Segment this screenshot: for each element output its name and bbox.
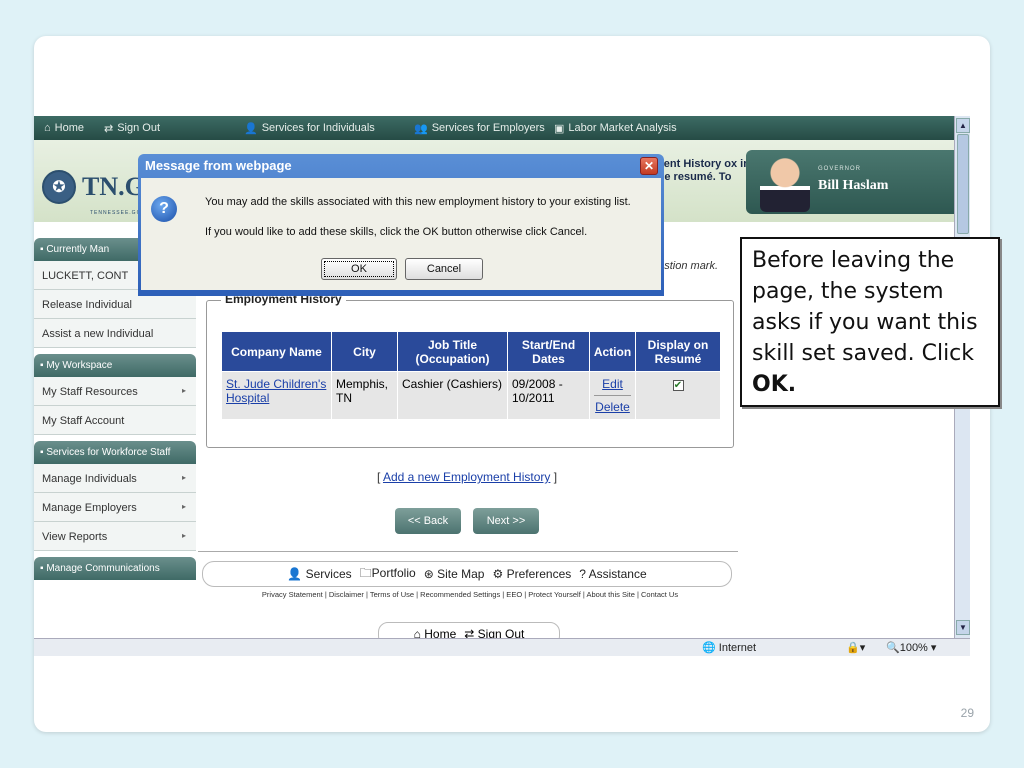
employment-history-fieldset: Employment History Company Name City Job… [206, 292, 734, 448]
preferences-icon: ⚙ [492, 567, 504, 581]
scroll-down-icon[interactable]: ▼ [956, 620, 970, 635]
help-icon: ? [579, 567, 586, 581]
callout-bold: OK. [752, 372, 797, 397]
sidebar-item-view-reports[interactable]: View Reports ▸ [34, 522, 196, 551]
sitemap-icon: ⊛ [423, 567, 434, 581]
dialog-title: Message from webpage [145, 158, 292, 173]
protected-mode-icon[interactable]: 🔒▾ [846, 641, 865, 654]
close-icon[interactable]: ✕ [640, 157, 658, 175]
message-dialog: Message from webpage ✕ ? You may add the… [138, 154, 664, 296]
dialog-message-2: If you would like to add these skills, c… [205, 226, 588, 238]
status-bar: 🌐 Internet 🔒▾ 🔍100% ▾ [34, 638, 970, 656]
globe-icon: 🌐 [702, 642, 716, 654]
sidebar-section-services-staff[interactable]: ▪ Services for Workforce Staff [34, 441, 196, 464]
footer-preferences-link[interactable]: ⚙ Preferences [492, 567, 571, 581]
tn-gov-logo[interactable]: ✪ TN.G [42, 170, 145, 204]
sidebar-item-staff-account[interactable]: My Staff Account [34, 406, 196, 435]
cancel-button[interactable]: Cancel [405, 258, 483, 280]
display-on-resume-checkbox[interactable]: ✔ [672, 380, 684, 391]
chevron-right-icon: ▸ [181, 473, 186, 482]
scroll-up-icon[interactable]: ▲ [956, 118, 970, 133]
sidebar-item-assist[interactable]: Assist a new Individual [34, 319, 196, 348]
column-header: Job Title (Occupation) [397, 331, 508, 372]
folder-icon: 🗀 [359, 565, 372, 580]
column-header: Action [589, 331, 636, 372]
city-cell: Memphis, TN [331, 371, 398, 420]
footer-services-link[interactable]: 👤 Services [287, 567, 351, 581]
chart-icon: ▣ [554, 122, 565, 135]
column-header: Start/End Dates [507, 331, 590, 372]
add-employment-wrapper: [ Add a new Employment History ] [376, 470, 558, 484]
signout-icon: ⇄ [104, 122, 114, 135]
tn-star-icon: ✪ [42, 170, 76, 204]
nav-services-individuals[interactable]: 👤 Services for Individuals [244, 122, 375, 135]
footer-portfolio-link[interactable]: 🗀Portfolio [360, 564, 416, 585]
nav-labor-market[interactable]: ▣ Labor Market Analysis [554, 122, 677, 135]
employment-table: Company Name City Job Title (Occupation)… [221, 331, 721, 420]
nav-home-link[interactable]: ⌂ Home [44, 122, 84, 134]
home-icon: ⌂ [44, 122, 51, 134]
people-icon: 👥 [414, 122, 428, 135]
dialog-body: ? You may add the skills associated with… [141, 178, 661, 290]
delete-link[interactable]: Delete [594, 395, 631, 414]
sidebar-item-staff-resources[interactable]: My Staff Resources ▸ [34, 377, 196, 406]
back-button[interactable]: << Back [395, 508, 461, 534]
nav-signout-link[interactable]: ⇄ Sign Out [104, 122, 160, 135]
ok-button[interactable]: OK [321, 258, 397, 280]
legal-links[interactable]: Privacy Statement | Disclaimer | Terms o… [200, 590, 740, 599]
nav-services-employers[interactable]: 👥 Services for Employers [414, 122, 545, 135]
sidebar-item-manage-employers[interactable]: Manage Employers ▸ [34, 493, 196, 522]
table-header-row: Company Name City Job Title (Occupation)… [221, 331, 721, 372]
top-navigation: ⌂ Home ⇄ Sign Out 👤 Services for Individual… [34, 116, 954, 140]
question-icon: ? [151, 196, 177, 222]
edit-link[interactable]: Edit [594, 377, 631, 391]
table-row: St. Jude Children's Hospital Memphis, TN… [221, 371, 721, 420]
footer-sitemap-link[interactable]: ⊛ Site Map [424, 567, 485, 581]
job-cell: Cashier (Cashiers) [397, 371, 508, 420]
company-link[interactable]: St. Jude Children's Hospital [226, 377, 326, 405]
person-icon: 👤 [287, 567, 303, 581]
chevron-right-icon: ▸ [181, 531, 186, 540]
footer-nav: 👤 Services 🗀Portfolio ⊛ Site Map ⚙ Prefe… [202, 561, 732, 587]
chevron-right-icon: ▸ [181, 386, 186, 395]
divider [198, 551, 738, 552]
nav-buttons: << Back Next >> [200, 508, 734, 534]
next-button[interactable]: Next >> [473, 508, 539, 534]
slide-number: 29 [960, 706, 974, 720]
scroll-thumb[interactable] [957, 134, 969, 234]
footer-assistance-link[interactable]: ? Assistance [579, 567, 646, 581]
governor-box: GOVERNOR Bill Haslam [746, 150, 954, 214]
column-header: Display on Resumé [635, 331, 721, 372]
column-header: Company Name [221, 331, 332, 372]
chevron-right-icon: ▸ [181, 502, 186, 511]
sidebar-item-manage-individuals[interactable]: Manage Individuals ▸ [34, 464, 196, 493]
dialog-message-1: You may add the skills associated with t… [205, 196, 631, 208]
zoom-icon: 🔍 [886, 642, 900, 654]
zoom-control[interactable]: 🔍100% ▾ [886, 641, 936, 654]
governor-photo [760, 156, 810, 212]
instruction-callout: Before leaving the page, the system asks… [740, 237, 1000, 407]
column-header: City [331, 331, 398, 372]
add-employment-link[interactable]: Add a new Employment History [383, 470, 550, 484]
dates-cell: 09/2008 - 10/2011 [507, 371, 590, 420]
sidebar-section-workspace[interactable]: ▪ My Workspace [34, 354, 196, 377]
person-icon: 👤 [244, 122, 258, 135]
sidebar-section-communications[interactable]: ▪ Manage Communications [34, 557, 196, 580]
internet-zone: 🌐 Internet [702, 642, 757, 654]
